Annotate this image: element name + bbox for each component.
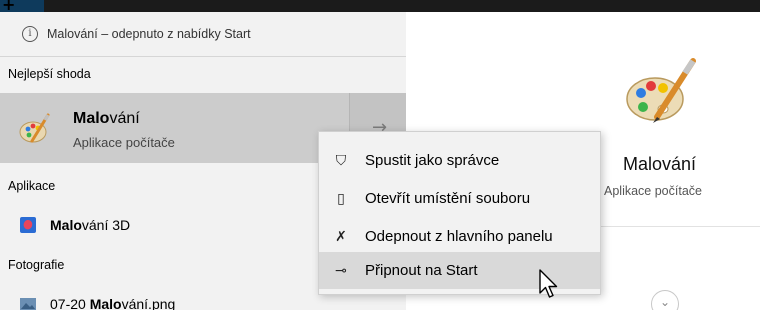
unpin-icon: ✗ [335, 228, 347, 245]
menu-item-unpin-taskbar[interactable]: ✗ Odepnout z hlavního panelu [319, 218, 600, 255]
menu-item-label: Otevřít umístění souboru [365, 190, 531, 207]
menu-item-label: Spustit jako správce [365, 152, 500, 169]
menu-item-open-location[interactable]: ▯ Otevřít umístění souboru [319, 180, 600, 217]
pin-icon: ⊸ [335, 262, 347, 279]
menu-item-label: Odepnout z hlavního panelu [365, 228, 553, 245]
paint-app-large-icon [626, 58, 696, 123]
section-best-match: Nejlepší shoda [8, 67, 91, 81]
photo-result-label: 07-20 Malování.png [50, 296, 176, 310]
menu-item-label: Připnout na Start [365, 262, 478, 279]
paint-app-icon [19, 113, 50, 143]
mouse-pointer-icon [539, 269, 558, 298]
image-file-icon [20, 298, 36, 310]
notice-text: Malování – odepnuto z nabídky Start [47, 27, 251, 41]
menu-item-run-as-admin[interactable]: ⛉ Spustit jako správce [319, 142, 600, 179]
paint-3d-icon [20, 217, 36, 233]
unpin-notice: i Malování – odepnuto z nabídky Start [0, 12, 406, 56]
notice-divider [0, 56, 406, 57]
section-photos: Fotografie [8, 258, 65, 272]
top-strip [0, 0, 760, 12]
details-subtitle: Aplikace počítače [604, 184, 702, 198]
app-result-label: Malování 3D [50, 217, 131, 233]
section-apps: Aplikace [8, 179, 56, 193]
details-title: Malování [623, 154, 697, 174]
details-divider [581, 226, 760, 227]
best-match-subtitle: Aplikace počítače [73, 135, 175, 150]
best-match-title: Malování [73, 110, 140, 127]
run-as-admin-icon: ⛉ [335, 152, 347, 169]
info-icon: i [22, 26, 38, 42]
expand-button[interactable]: ⌄ [651, 290, 679, 310]
open-folder-icon: ▯ [337, 190, 345, 207]
